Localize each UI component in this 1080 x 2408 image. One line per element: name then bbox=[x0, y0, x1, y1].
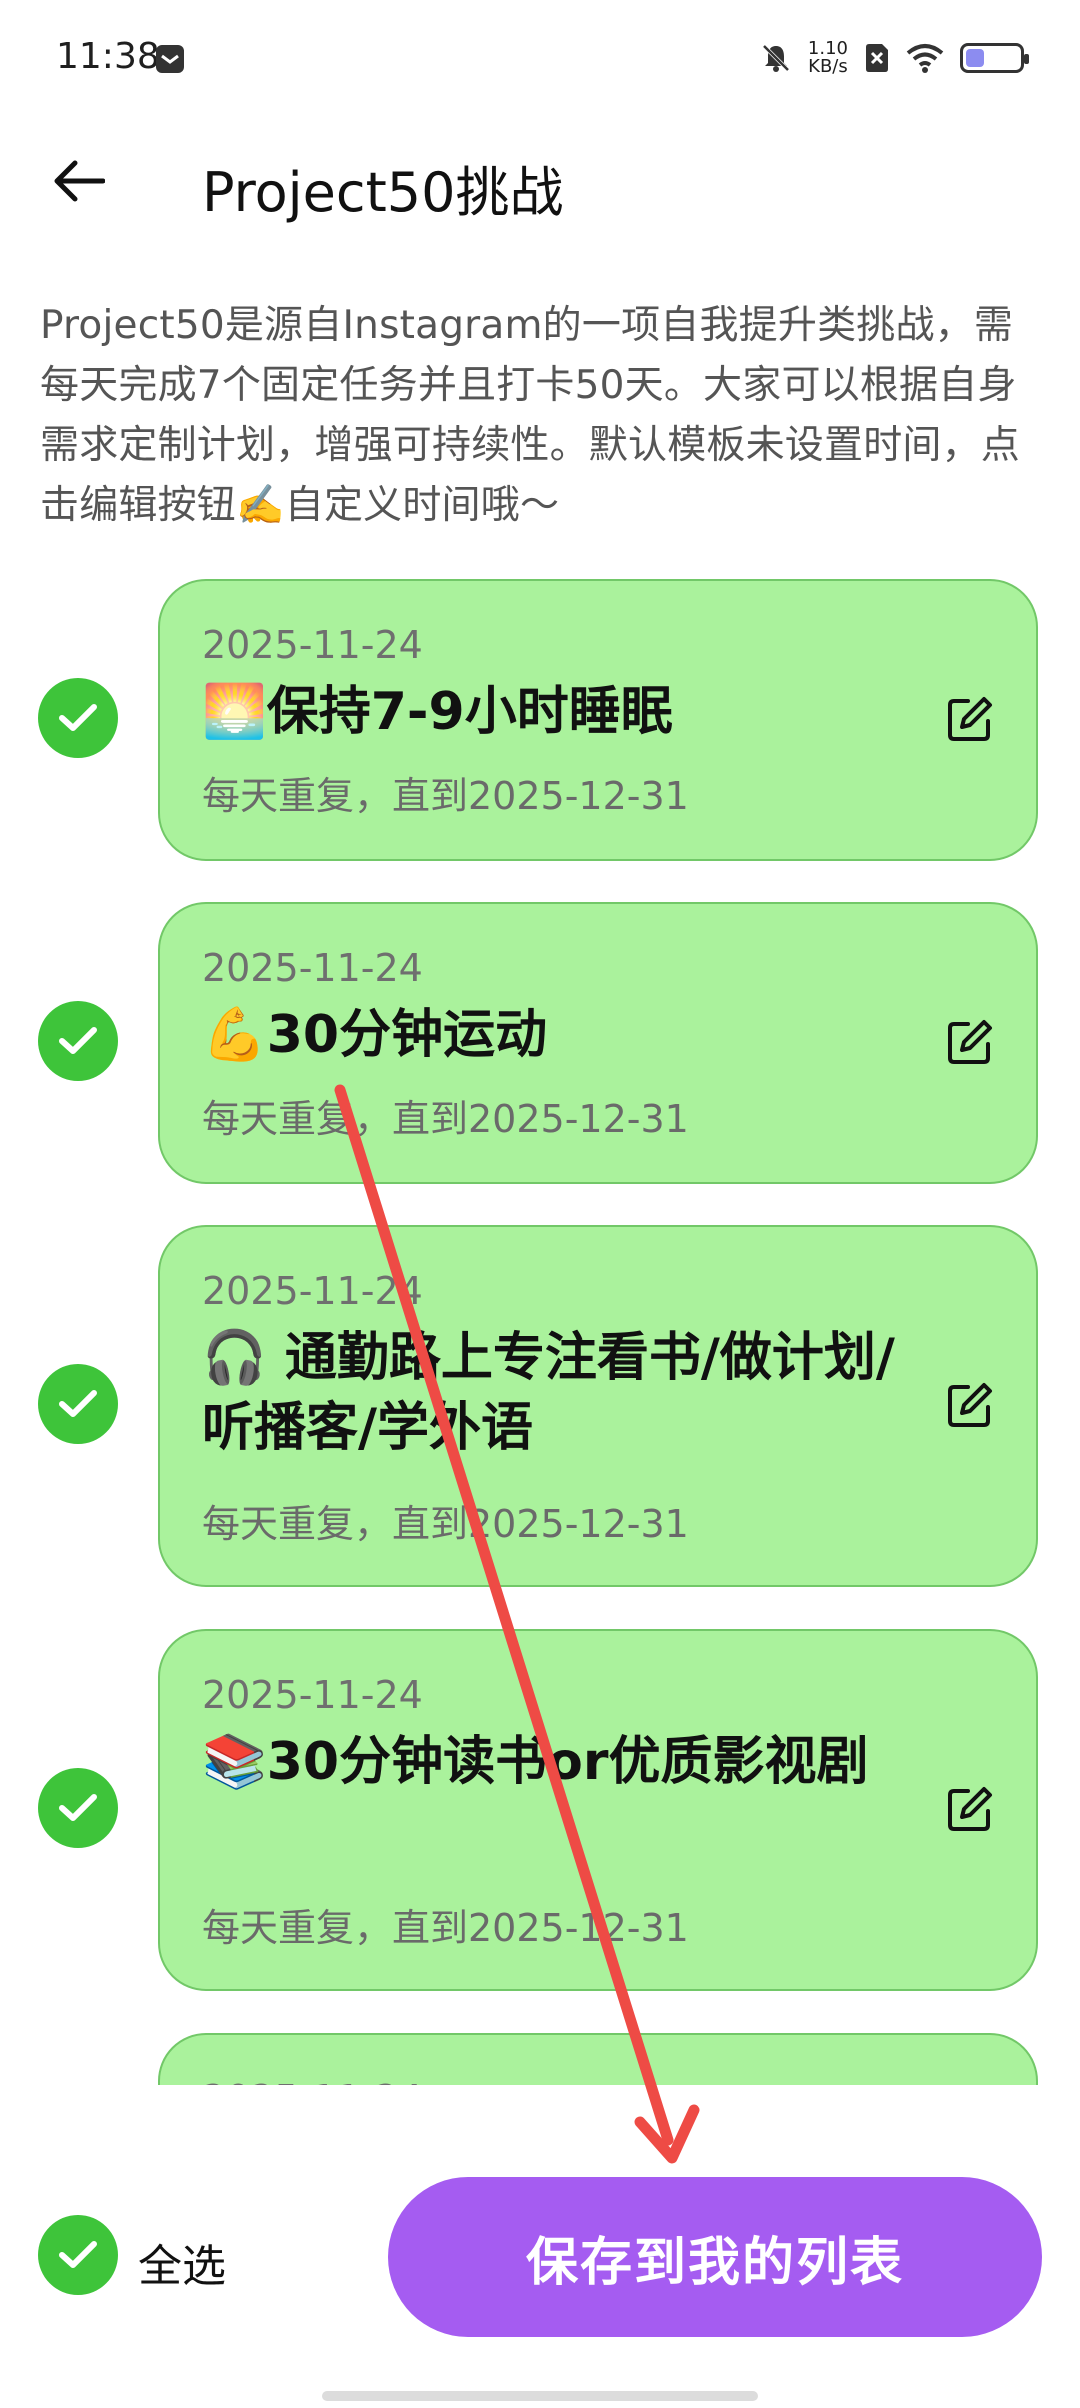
back-button[interactable] bbox=[44, 146, 114, 216]
challenge-description: Project50是源自Instagram的一项自我提升类挑战，需每天完成7个固… bbox=[40, 303, 1021, 528]
page-title: Project50挑战 bbox=[202, 161, 564, 224]
task-title: 🎧 通勤路上专注看书/做计划/听播客/学外语 bbox=[202, 1328, 895, 1458]
mute-bell-icon bbox=[762, 44, 790, 72]
header: Project50挑战 bbox=[0, 126, 1080, 236]
battery-lead bbox=[1024, 54, 1029, 64]
task-row: 2025-11-24 🎧 通勤路上专注看书/做计划/听播客/学外语 每天重复，直… bbox=[0, 1221, 1080, 1587]
task-date: 2025-11-24 bbox=[202, 623, 423, 667]
save-to-my-list-button[interactable]: 保存到我的列表 bbox=[388, 2177, 1042, 2337]
task-checkbox[interactable] bbox=[38, 678, 118, 758]
task-checkbox[interactable] bbox=[38, 1768, 118, 1848]
check-icon bbox=[59, 704, 97, 731]
edit-button[interactable] bbox=[942, 1377, 998, 1433]
task-checkbox[interactable] bbox=[38, 1364, 118, 1444]
check-icon bbox=[59, 1794, 97, 1821]
task-card[interactable]: 2025-11-24 bbox=[158, 2033, 1038, 2085]
status-time: 11:38 bbox=[56, 36, 160, 77]
check-icon bbox=[59, 2241, 97, 2268]
bottom-bar: 全选 保存到我的列表 bbox=[0, 2085, 1080, 2408]
task-repeat: 每天重复，直到2025-12-31 bbox=[202, 1502, 689, 1546]
message-notification-icon bbox=[156, 45, 184, 73]
battery-icon bbox=[960, 43, 1029, 73]
task-date: 2025-11-24 bbox=[202, 1673, 423, 1717]
status-bar: 11:38 1.10 KB/s bbox=[0, 0, 1080, 126]
task-card[interactable]: 2025-11-24 💪30分钟运动 每天重复，直到2025-12-31 bbox=[158, 902, 1038, 1184]
task-title: 💪30分钟运动 bbox=[202, 1005, 548, 1065]
edit-icon bbox=[948, 1383, 992, 1427]
network-speed: 1.10 KB/s bbox=[808, 40, 848, 76]
task-card[interactable]: 2025-11-24 📚30分钟读书or优质影视剧 每天重复，直到2025-12… bbox=[158, 1629, 1038, 1991]
task-card[interactable]: 2025-11-24 🌅保持7-9小时睡眠 每天重复，直到2025-12-31 bbox=[158, 579, 1038, 861]
task-row: 2025-11-24 📚30分钟读书or优质影视剧 每天重复，直到2025-12… bbox=[0, 1625, 1080, 1991]
select-all-label[interactable]: 全选 bbox=[138, 2230, 226, 2294]
home-indicator[interactable] bbox=[322, 2391, 758, 2401]
task-date: 2025-11-24 bbox=[202, 946, 423, 990]
arrow-left-icon bbox=[54, 160, 105, 202]
task-row: 2025-11-24 🌅保持7-9小时睡眠 每天重复，直到2025-12-31 bbox=[0, 575, 1080, 861]
task-list[interactable]: 2025-11-24 🌅保持7-9小时睡眠 每天重复，直到2025-12-31 … bbox=[0, 575, 1080, 2085]
task-date: 2025-11-24 bbox=[202, 2077, 423, 2085]
edit-icon bbox=[948, 1787, 992, 1831]
edit-button[interactable] bbox=[942, 691, 998, 747]
task-checkbox[interactable] bbox=[38, 1001, 118, 1081]
status-icons: 1.10 KB/s bbox=[760, 40, 1029, 76]
wifi-icon bbox=[906, 44, 944, 73]
battery-level bbox=[966, 49, 984, 67]
no-sim-icon bbox=[866, 44, 888, 72]
task-row: 2025-11-24 bbox=[0, 2029, 1080, 2085]
task-repeat: 每天重复，直到2025-12-31 bbox=[202, 1097, 689, 1141]
task-row: 2025-11-24 💪30分钟运动 每天重复，直到2025-12-31 bbox=[0, 898, 1080, 1184]
edit-icon bbox=[948, 697, 992, 741]
task-title: 📚30分钟读书or优质影视剧 bbox=[202, 1732, 869, 1792]
task-card[interactable]: 2025-11-24 🎧 通勤路上专注看书/做计划/听播客/学外语 每天重复，直… bbox=[158, 1225, 1038, 1587]
network-speed-unit: KB/s bbox=[808, 56, 848, 77]
select-all-checkbox[interactable] bbox=[38, 2215, 118, 2295]
check-icon bbox=[59, 1027, 97, 1054]
task-repeat: 每天重复，直到2025-12-31 bbox=[202, 774, 689, 818]
task-repeat: 每天重复，直到2025-12-31 bbox=[202, 1906, 689, 1950]
screen: 11:38 1.10 KB/s Project50挑战 Project50是源自… bbox=[0, 0, 1080, 2408]
task-date: 2025-11-24 bbox=[202, 1269, 423, 1313]
edit-icon bbox=[948, 1020, 992, 1064]
edit-button[interactable] bbox=[942, 1781, 998, 1837]
check-icon bbox=[59, 1390, 97, 1417]
edit-button[interactable] bbox=[942, 1014, 998, 1070]
task-title: 🌅保持7-9小时睡眠 bbox=[202, 682, 673, 742]
